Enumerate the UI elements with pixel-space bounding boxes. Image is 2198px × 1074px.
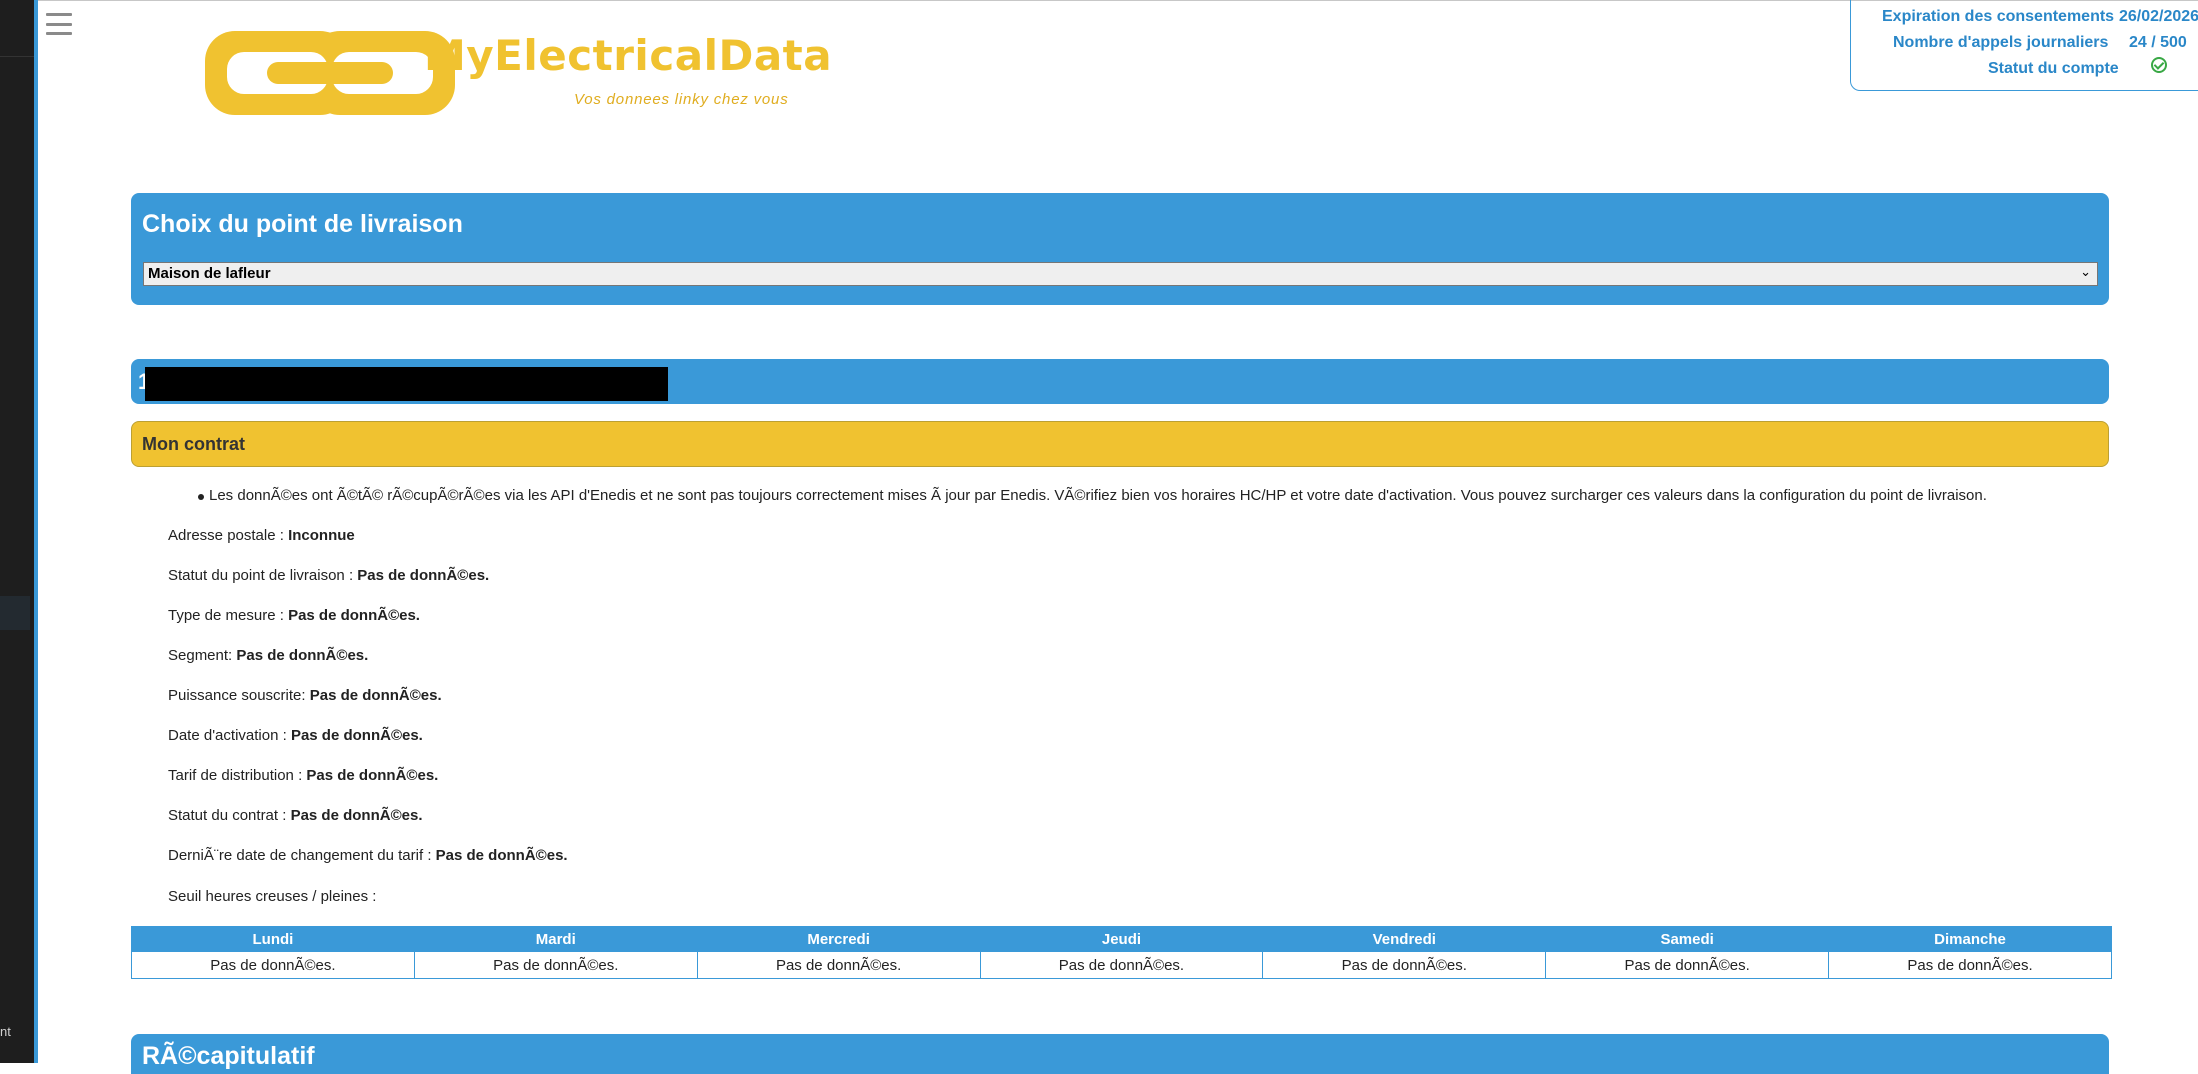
- contract-title: Mon contrat: [142, 434, 245, 454]
- hc-threshold-label: Seuil heures creuses / pleines :: [168, 888, 377, 905]
- logo-title: MyElectricalData: [424, 31, 833, 80]
- daily-calls-value: 24 / 500: [2129, 34, 2187, 51]
- contract-header[interactable]: Mon contrat: [131, 421, 2109, 467]
- delivery-point-select[interactable]: Maison de lafleur ⌄: [143, 262, 2098, 286]
- field-last-tariff-change: DerniÃ¨re date de changement du tarif : …: [168, 847, 568, 864]
- chevron-down-icon: ⌄: [2080, 264, 2091, 279]
- table-cell: Pas de donnÃ©es.: [413, 951, 698, 979]
- account-status-label: Statut du compte: [1988, 60, 2119, 77]
- sidebar-divider: [0, 56, 38, 57]
- field-segment: Segment: Pas de donnÃ©es.: [168, 647, 369, 664]
- consent-expiration-label: Expiration des consentements: [1882, 8, 2115, 25]
- field-subscribed-power: Puissance souscrite: Pas de donnÃ©es.: [168, 687, 442, 704]
- recap-card[interactable]: RÃ©capitulatif: [131, 1034, 2109, 1074]
- table-cell: Pas de donnÃ©es.: [1828, 951, 2112, 979]
- field-postal-address: Adresse postale : Inconnue: [168, 527, 355, 544]
- column-header: Samedi: [1545, 926, 1830, 952]
- table-row: Pas de donnÃ©es. Pas de donnÃ©es. Pas de…: [131, 951, 2112, 979]
- table-header-row: Lundi Mardi Mercredi Jeudi Vendredi Same…: [131, 926, 2112, 952]
- table-cell: Pas de donnÃ©es.: [1262, 951, 1547, 979]
- table-cell: Pas de donnÃ©es.: [979, 951, 1264, 979]
- delivery-point-card: Choix du point de livraison Maison de la…: [131, 193, 2109, 305]
- hc-hp-table: Lundi Mardi Mercredi Jeudi Vendredi Same…: [131, 926, 2112, 979]
- bullet-icon: [198, 494, 204, 500]
- column-header: Vendredi: [1262, 926, 1547, 952]
- check-circle-icon: [2151, 57, 2167, 73]
- consent-expiration-value: 26/02/2026: [2119, 8, 2198, 25]
- contract-notice: Les donnÃ©es ont Ã©tÃ© rÃ©cupÃ©rÃ©es via…: [209, 487, 1987, 504]
- left-sidebar: nt: [0, 0, 38, 1063]
- pdl-header-card: 1: [131, 359, 2109, 404]
- main-page: MyElectricalData Vos donnees linky chez …: [38, 0, 2198, 1074]
- column-header: Mardi: [413, 926, 698, 952]
- logo-tagline: Vos donnees linky chez vous: [574, 91, 789, 108]
- field-measure-type: Type de mesure : Pas de donnÃ©es.: [168, 607, 420, 624]
- menu-icon[interactable]: [46, 13, 72, 35]
- account-status-panel: Expiration des consentements 26/02/2026 …: [1850, 0, 2198, 91]
- delivery-point-title: Choix du point de livraison: [142, 210, 463, 238]
- column-header: Lundi: [131, 926, 415, 952]
- column-header: Jeudi: [979, 926, 1264, 952]
- redacted-block: [145, 367, 668, 401]
- column-header: Dimanche: [1828, 926, 2112, 952]
- recap-title: RÃ©capitulatif: [142, 1042, 315, 1070]
- table-cell: Pas de donnÃ©es.: [131, 951, 415, 979]
- table-cell: Pas de donnÃ©es.: [696, 951, 981, 979]
- field-activation-date: Date d'activation : Pas de donnÃ©es.: [168, 727, 423, 744]
- field-distribution-tariff: Tarif de distribution : Pas de donnÃ©es.: [168, 767, 439, 784]
- field-contract-status: Statut du contrat : Pas de donnÃ©es.: [168, 807, 423, 824]
- sidebar-text-fragment: nt: [0, 1024, 11, 1039]
- field-delivery-point-status: Statut du point de livraison : Pas de do…: [168, 567, 490, 584]
- delivery-point-selected-value: Maison de lafleur: [148, 265, 271, 282]
- table-cell: Pas de donnÃ©es.: [1545, 951, 1830, 979]
- chain-link-logo-icon: [205, 31, 455, 115]
- daily-calls-label: Nombre d'appels journaliers: [1893, 34, 2109, 51]
- sidebar-selected-item[interactable]: [0, 596, 30, 630]
- column-header: Mercredi: [696, 926, 981, 952]
